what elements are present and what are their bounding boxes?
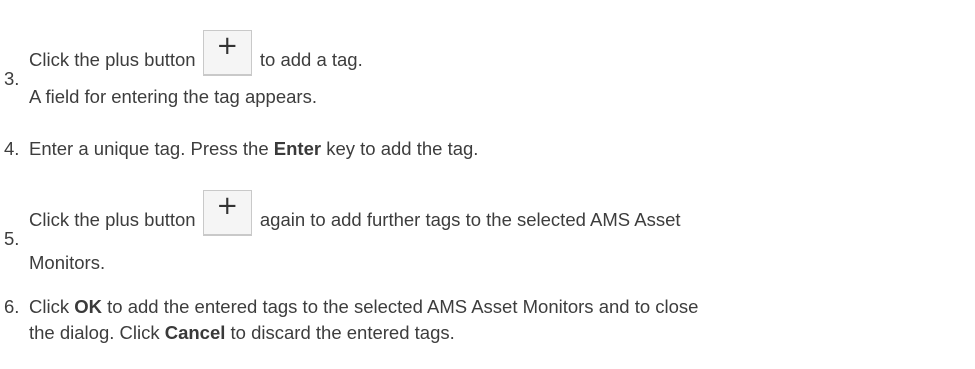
step-body: Enter a unique tag. Press the Enter key … — [29, 136, 975, 162]
step-text: to add the entered tags to the selected … — [101, 296, 699, 317]
plus-button: + — [202, 30, 252, 76]
plus-icon: + — [216, 31, 239, 61]
step-line: the dialog. Click Cancel to discard the … — [29, 320, 975, 346]
step-line: A field for entering the tag appears. — [29, 86, 317, 107]
step-line: Click the plus button + again to add fur… — [29, 186, 975, 252]
key-name: Enter — [273, 138, 322, 159]
step-text: again to add further tags to the selecte… — [259, 209, 681, 230]
step-text: Click — [29, 296, 75, 317]
step-body: Click the plus button + again to add fur… — [29, 186, 975, 273]
step-number: 5. — [4, 228, 20, 249]
step-text: to discard the entered tags. — [225, 322, 455, 343]
plus-icon: + — [216, 191, 239, 221]
step-text: Click the plus button — [29, 49, 196, 70]
step-text: to add a tag. — [259, 49, 363, 70]
button-name: OK — [74, 296, 102, 317]
step-line: Enter a unique tag. Press the Enter key … — [29, 136, 975, 162]
step-text: Enter a unique tag. Press the — [29, 138, 274, 159]
step-line: Click the plus button + to add a tag. — [29, 26, 975, 92]
step-text: Click the plus button — [29, 209, 196, 230]
step-text: key to add the tag. — [321, 138, 479, 159]
step-text: the dialog. Click — [29, 322, 165, 343]
step-line: Monitors. — [29, 252, 106, 273]
button-name: Cancel — [164, 322, 226, 343]
plus-button: + — [202, 190, 252, 236]
step-body: Click the plus button + to add a tag. A … — [29, 26, 975, 107]
step-number: 3. — [4, 68, 20, 89]
step-number: 6. — [4, 296, 20, 317]
step-number: 4. — [4, 138, 20, 159]
step-line: Click OK to add the entered tags to the … — [29, 294, 975, 320]
step-body: Click OK to add the entered tags to the … — [29, 294, 975, 346]
